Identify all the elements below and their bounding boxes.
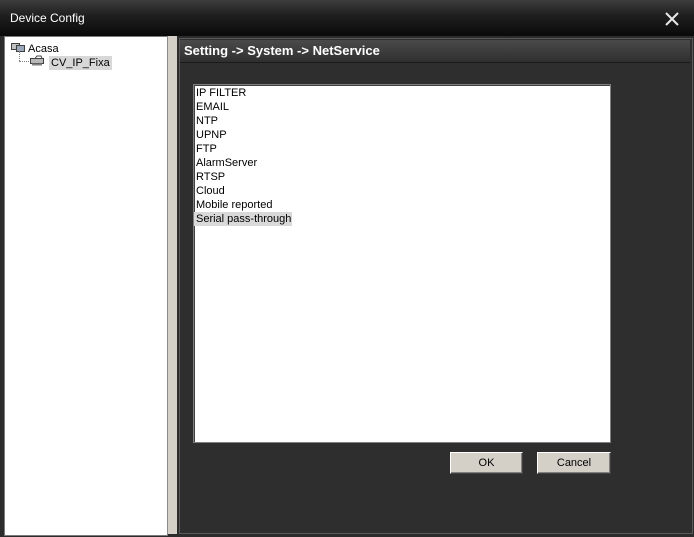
window-title: Device Config — [10, 11, 85, 25]
list-item[interactable]: Cloud — [194, 184, 226, 198]
list-item[interactable]: EMAIL — [194, 100, 230, 114]
tree-device-label: CV_IP_Fixa — [49, 55, 112, 70]
ok-button[interactable]: OK — [450, 452, 523, 474]
camera-device-icon — [29, 55, 47, 70]
netservice-list[interactable]: IP FILTER EMAIL NTP UPNP FTP AlarmServer RTSP C… — [193, 84, 611, 443]
tree-connector — [19, 51, 20, 61]
list-item[interactable]: IP FILTER — [194, 86, 247, 100]
device-tree: Acasa CV_IP_Fixa — [4, 36, 168, 536]
tree-scrollbar[interactable] — [167, 36, 177, 534]
tree-connector — [19, 61, 29, 62]
list-item[interactable]: Mobile reported — [194, 198, 273, 212]
settings-header: Setting -> System -> NetService — [180, 40, 690, 63]
list-item[interactable]: Serial pass-through — [194, 212, 293, 226]
folder-group-icon — [11, 41, 25, 56]
list-item[interactable]: AlarmServer — [194, 156, 258, 170]
breadcrumb: Setting -> System -> NetService — [184, 43, 380, 58]
close-icon[interactable] — [664, 11, 680, 27]
list-item[interactable]: UPNP — [194, 128, 228, 142]
netservice-items: IP FILTER EMAIL NTP UPNP FTP AlarmServer RTSP C… — [194, 86, 293, 226]
tree-root-label: Acasa — [28, 42, 59, 55]
list-item[interactable]: RTSP — [194, 170, 226, 184]
title-bar[interactable]: Device Config — [0, 0, 694, 36]
device-config-window: Device Config Acasa CV_IP_Fixa Setting -… — [0, 0, 694, 537]
list-item[interactable]: FTP — [194, 142, 218, 156]
list-item[interactable]: NTP — [194, 114, 219, 128]
cancel-button[interactable]: Cancel — [537, 452, 611, 474]
tree-node-device[interactable]: CV_IP_Fixa — [29, 55, 112, 70]
